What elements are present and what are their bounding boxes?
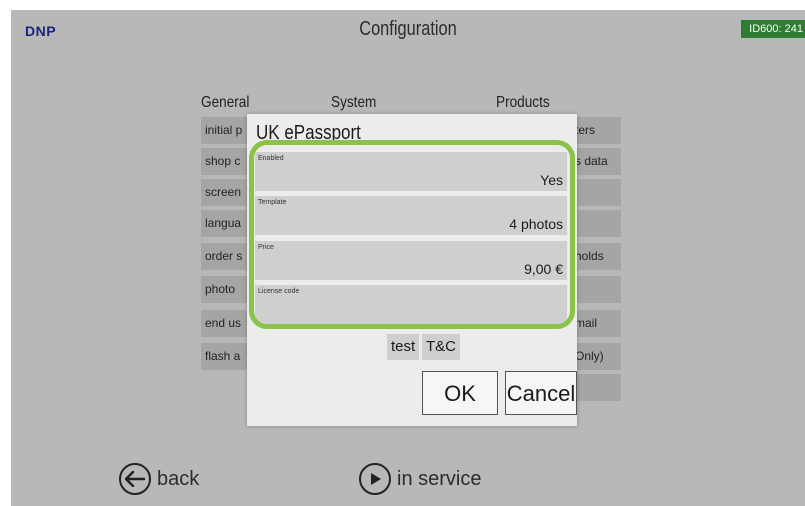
device-id-badge: ID600: 241 xyxy=(741,20,805,38)
dialog-title: UK ePassport xyxy=(256,122,361,144)
terms-button[interactable]: T&C xyxy=(422,334,460,360)
template-field[interactable]: Template 4 photos xyxy=(255,196,567,235)
play-icon xyxy=(359,463,391,495)
in-service-button[interactable]: in service xyxy=(359,463,481,495)
cancel-button[interactable]: Cancel xyxy=(505,371,577,415)
price-value: 9,00 € xyxy=(524,261,563,277)
enabled-field[interactable]: Enabled Yes xyxy=(255,152,567,191)
dnp-logo: DNP xyxy=(25,23,57,39)
back-arrow-icon xyxy=(119,463,151,495)
test-button[interactable]: test xyxy=(387,334,420,360)
license-code-field[interactable]: License code xyxy=(255,285,567,324)
menu-item-products-7[interactable]: mail xyxy=(571,310,621,337)
price-label: Price xyxy=(258,244,274,251)
template-label: Template xyxy=(258,199,287,206)
menu-item-products-2[interactable]: s data xyxy=(571,148,621,175)
menu-item-products-6[interactable] xyxy=(571,276,621,303)
menu-item-products-5[interactable]: holds xyxy=(571,243,621,270)
back-label: back xyxy=(157,467,200,490)
menu-item-products-8[interactable]: Only) xyxy=(571,343,621,370)
column-header-general: General xyxy=(201,94,250,111)
page-title: Configuration xyxy=(359,18,457,40)
column-header-products: Products xyxy=(496,94,550,111)
menu-item-products-9[interactable] xyxy=(571,374,621,401)
column-header-system: System xyxy=(331,94,377,111)
menu-item-products-4[interactable] xyxy=(571,210,621,237)
in-service-label: in service xyxy=(397,467,482,490)
back-button[interactable]: back xyxy=(119,463,199,495)
license-code-label: License code xyxy=(258,288,300,295)
ok-button[interactable]: OK xyxy=(422,371,498,415)
template-value: 4 photos xyxy=(509,216,563,232)
menu-item-products-3[interactable] xyxy=(571,179,621,206)
product-settings-dialog: UK ePassport Enabled Yes Template 4 phot… xyxy=(247,114,577,426)
enabled-label: Enabled xyxy=(258,155,284,162)
enabled-value: Yes xyxy=(540,172,563,188)
price-field[interactable]: Price 9,00 € xyxy=(255,241,567,280)
configuration-screen: DNP Configuration ID600: 241 General Sys… xyxy=(11,10,805,506)
menu-item-products-1[interactable]: ters xyxy=(571,117,621,144)
